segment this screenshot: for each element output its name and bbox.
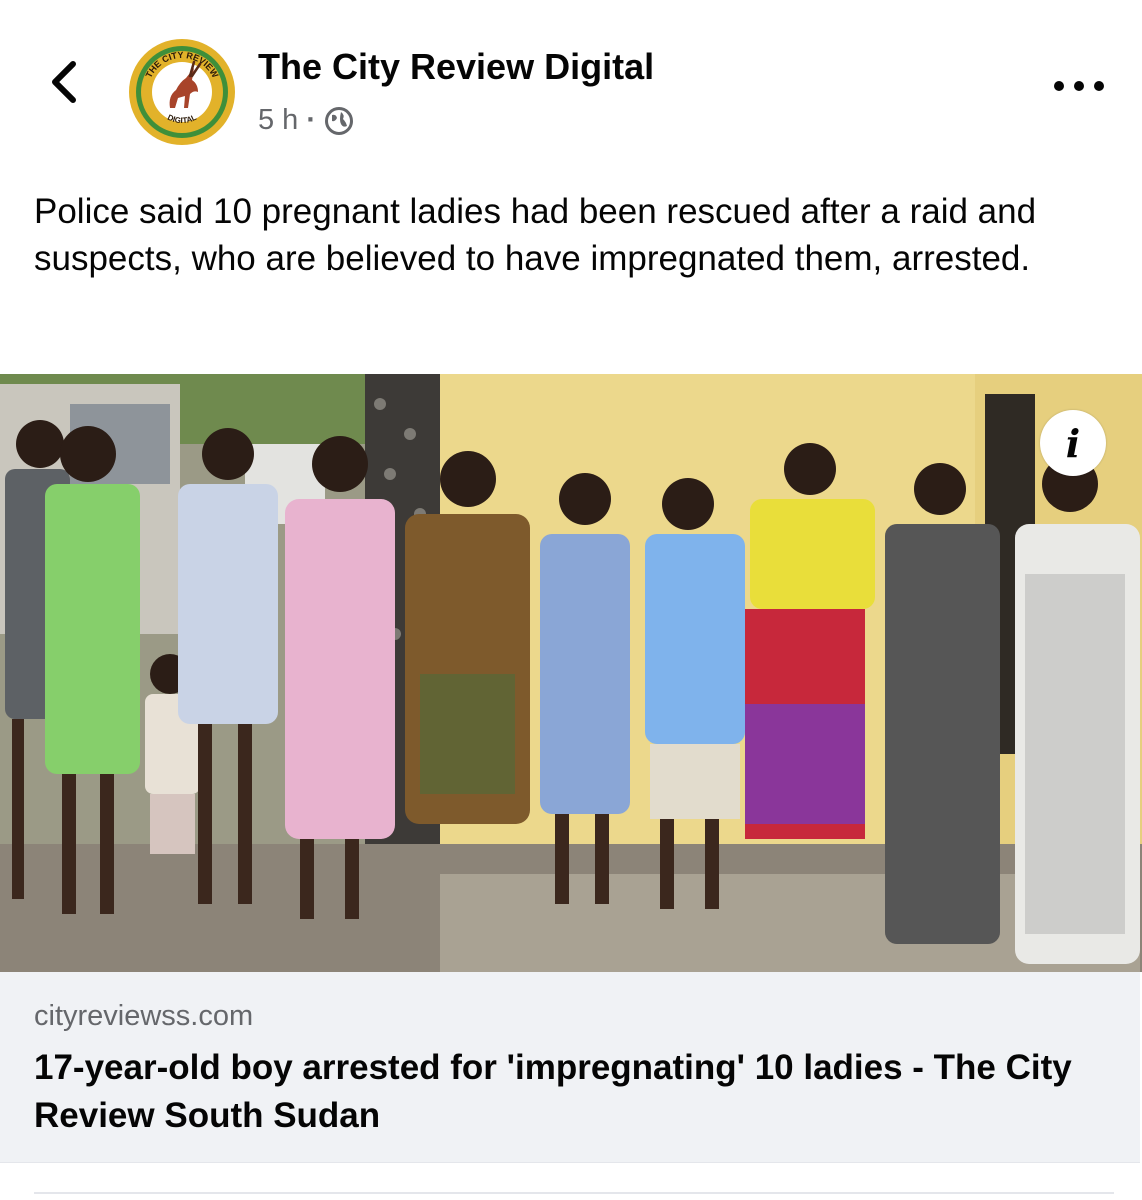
post-timestamp[interactable]: 5 h	[258, 104, 298, 137]
more-dot-icon	[1074, 81, 1084, 91]
globe-icon	[325, 106, 353, 135]
link-domain: cityreviewss.com	[34, 1000, 254, 1032]
meta-separator: ·	[306, 104, 316, 136]
post-photo[interactable]: i	[0, 374, 1142, 972]
page-avatar[interactable]: THE CITY REVIEW DIGITAL	[128, 38, 236, 146]
photo-illustration	[0, 374, 1142, 972]
post-header: THE CITY REVIEW DIGITAL The City Review …	[0, 0, 1142, 160]
city-review-logo: THE CITY REVIEW DIGITAL	[129, 39, 235, 145]
more-dot-icon	[1054, 81, 1064, 91]
ad-info-button[interactable]: i	[1040, 410, 1106, 476]
page-name[interactable]: The City Review Digital	[258, 46, 654, 88]
more-dot-icon	[1094, 81, 1104, 91]
chevron-left-icon	[52, 61, 76, 103]
post-text: Police said 10 pregnant ladies had been …	[34, 192, 1037, 278]
divider	[34, 1192, 1114, 1194]
post-meta: 5 h ·	[258, 104, 354, 137]
back-button[interactable]	[34, 52, 94, 112]
link-preview-card[interactable]: cityreviewss.com 17-year-old boy arreste…	[0, 972, 1140, 1163]
info-icon: i	[1065, 420, 1081, 466]
more-options-button[interactable]	[1054, 66, 1104, 106]
link-title: 17-year-old boy arrested for 'impregnati…	[34, 1048, 1072, 1135]
